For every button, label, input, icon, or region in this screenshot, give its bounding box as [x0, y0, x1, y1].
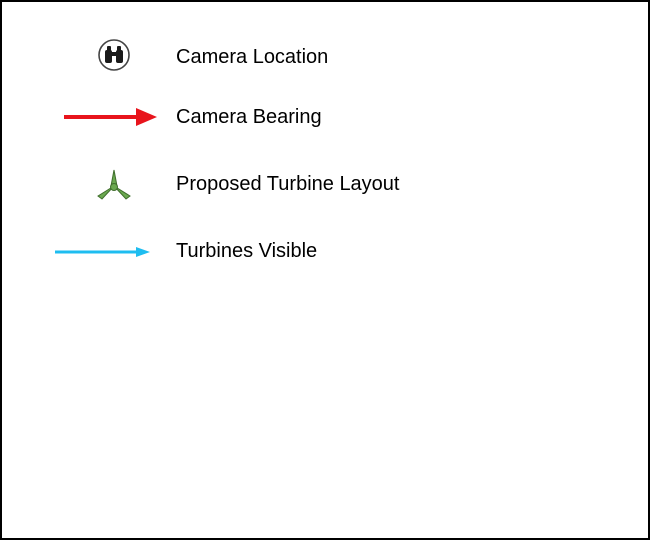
- legend-label-camera-bearing: Camera Bearing: [176, 106, 322, 128]
- legend-item-camera-bearing: Camera Bearing: [2, 97, 642, 137]
- legend-label-proposed-turbine-layout: Proposed Turbine Layout: [176, 173, 400, 195]
- red-arrow-icon: [42, 97, 172, 137]
- legend-item-camera-location: Camera Location: [2, 37, 642, 77]
- map-legend: Camera Location Camera Bearing Proposed …: [0, 0, 650, 540]
- legend-item-turbines-visible: Turbines Visible: [2, 231, 642, 271]
- cyan-arrow-icon: [42, 231, 172, 271]
- legend-item-proposed-turbine-layout: Proposed Turbine Layout: [2, 164, 642, 204]
- binoculars-icon: [42, 37, 172, 77]
- turbine-icon: [42, 164, 172, 204]
- legend-label-turbines-visible: Turbines Visible: [176, 240, 318, 262]
- legend-label-camera-location: Camera Location: [176, 46, 329, 68]
